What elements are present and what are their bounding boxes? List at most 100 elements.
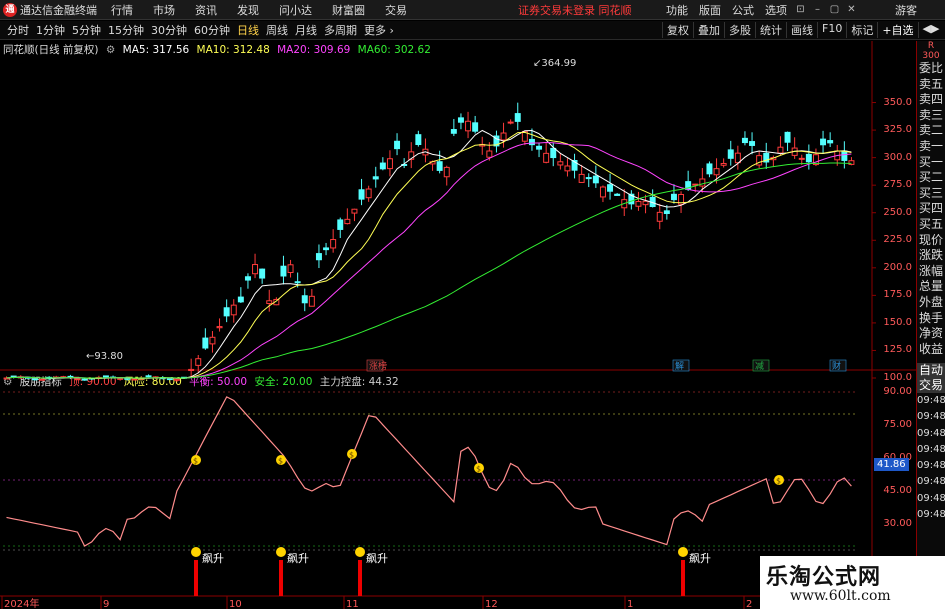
kline-chart[interactable]: 飙升 飙升 飙升 飙升$ $$$$ 涨榜解减财 2024年 9 10 11 12 1 2 <box>0 0 945 609</box>
indicator-tick-label: 30.00 <box>883 518 912 529</box>
side-item[interactable]: 卖三 <box>917 108 945 124</box>
side-item[interactable]: 买三 <box>917 186 945 202</box>
candle-body <box>394 140 401 150</box>
ma-line <box>6 162 852 379</box>
side-item[interactable]: 卖二 <box>917 123 945 139</box>
side-item[interactable]: 卖五 <box>917 77 945 93</box>
candle-body <box>259 268 266 279</box>
xaxis-label: 11 <box>346 599 359 609</box>
candle-body <box>827 140 834 144</box>
watermark-url: www.60lt.com <box>790 588 891 604</box>
watermark: 乐淘公式网 www.60lt.com <box>760 556 945 609</box>
candle-body <box>173 378 180 381</box>
price-tick-label: 200.0 <box>883 261 912 273</box>
xaxis-label: 1 <box>627 599 633 609</box>
candle-body <box>266 300 273 304</box>
candle-body <box>514 113 521 122</box>
candle-body <box>131 378 138 381</box>
candle-body <box>280 265 287 277</box>
candle-body <box>351 208 358 214</box>
side-item[interactable]: 涨幅 <box>917 264 945 280</box>
candle-body <box>749 141 756 146</box>
price-tick-label: 225.0 <box>883 234 912 246</box>
candle-body <box>294 281 301 284</box>
candle-body <box>450 129 457 134</box>
candle-body <box>358 189 365 200</box>
side-item[interactable]: 收益 <box>917 342 945 358</box>
candle-body <box>663 210 670 214</box>
candle-body <box>31 378 38 381</box>
event-tag-label: 财 <box>832 360 841 372</box>
candle-body <box>465 120 472 132</box>
candle-body <box>301 295 308 304</box>
side-lower-item: 09:48 <box>917 492 945 504</box>
side-item[interactable]: 现价 <box>917 233 945 249</box>
smile-icon <box>678 547 688 557</box>
candle-body <box>656 211 663 222</box>
xaxis-label: 10 <box>229 599 242 609</box>
side-item[interactable]: 买一 <box>917 155 945 171</box>
candle-body <box>188 368 195 372</box>
candle-body <box>500 132 507 141</box>
money-bag-symbol: $ <box>349 451 354 460</box>
candle-body <box>550 147 557 159</box>
side-item[interactable]: 涨跌 <box>917 248 945 264</box>
candle-body <box>287 264 294 274</box>
side-item[interactable]: 买五 <box>917 217 945 233</box>
price-tick-label: 350.0 <box>883 96 912 108</box>
candle-body <box>741 137 748 144</box>
candle-body <box>323 247 330 251</box>
side-lower-item: 09:48 <box>917 411 945 423</box>
smile-icon <box>276 547 286 557</box>
candle-body <box>592 175 599 184</box>
price-tick-label: 125.0 <box>883 344 912 356</box>
low-price-label: ←93.80 <box>86 351 124 362</box>
candle-body <box>308 295 315 307</box>
candle-body <box>614 193 621 196</box>
side-lower-item[interactable]: 交易 <box>917 378 945 394</box>
indicator-value-badge: 41.86 <box>874 458 909 471</box>
candle-body <box>585 177 592 180</box>
side-lower-item[interactable]: 自动 <box>917 363 945 379</box>
side-item[interactable]: 外盘 <box>917 295 945 311</box>
candle-body <box>777 146 784 154</box>
candle-body <box>720 162 727 166</box>
quote-side-panel: R 300 委比 卖五 卖四 卖三 卖二 卖一 买一 买二 买三 买四 买五 现价 涨跌 涨幅 总量 外盘 换手净… <box>916 41 945 609</box>
candle-body <box>315 253 322 261</box>
candle-body <box>507 121 514 124</box>
candle-body <box>102 375 109 378</box>
candle-body <box>117 377 124 380</box>
money-bag-symbol: $ <box>776 477 781 486</box>
side-item[interactable]: 买二 <box>917 170 945 186</box>
candle-body <box>706 163 713 175</box>
indicator-tick-label: 75.00 <box>883 419 912 430</box>
candle-body <box>642 200 649 206</box>
indicator-tick-label: 90.00 <box>883 386 912 397</box>
side-item[interactable]: 净资 <box>917 326 945 342</box>
side-item[interactable]: 换手 <box>917 311 945 327</box>
ma-line <box>6 131 852 379</box>
side-item[interactable]: 买四 <box>917 201 945 217</box>
side-item[interactable]: 卖四 <box>917 92 945 108</box>
candle-body <box>578 173 585 183</box>
candle-body <box>443 166 450 178</box>
candle-body <box>379 162 386 170</box>
candle-body <box>202 337 209 349</box>
candle-body <box>841 150 848 161</box>
candle-body <box>436 161 443 171</box>
candle-body <box>820 138 827 146</box>
candle-body <box>223 307 230 317</box>
side-item[interactable]: 卖一 <box>917 139 945 155</box>
side-item[interactable]: 委比 <box>917 61 945 77</box>
smile-icon <box>191 547 201 557</box>
candle-body <box>244 276 251 281</box>
candle-body <box>457 117 464 123</box>
side-lower-item: 09:48 <box>917 443 945 455</box>
ma-line <box>6 129 852 379</box>
event-tag-label: 减 <box>755 360 764 372</box>
price-tick-label: 275.0 <box>883 179 912 191</box>
side-lower-item: 09:48 <box>917 460 945 472</box>
signal-bar <box>194 560 198 596</box>
signal-label: 飙升 <box>366 551 388 565</box>
side-item[interactable]: 总量 <box>917 279 945 295</box>
